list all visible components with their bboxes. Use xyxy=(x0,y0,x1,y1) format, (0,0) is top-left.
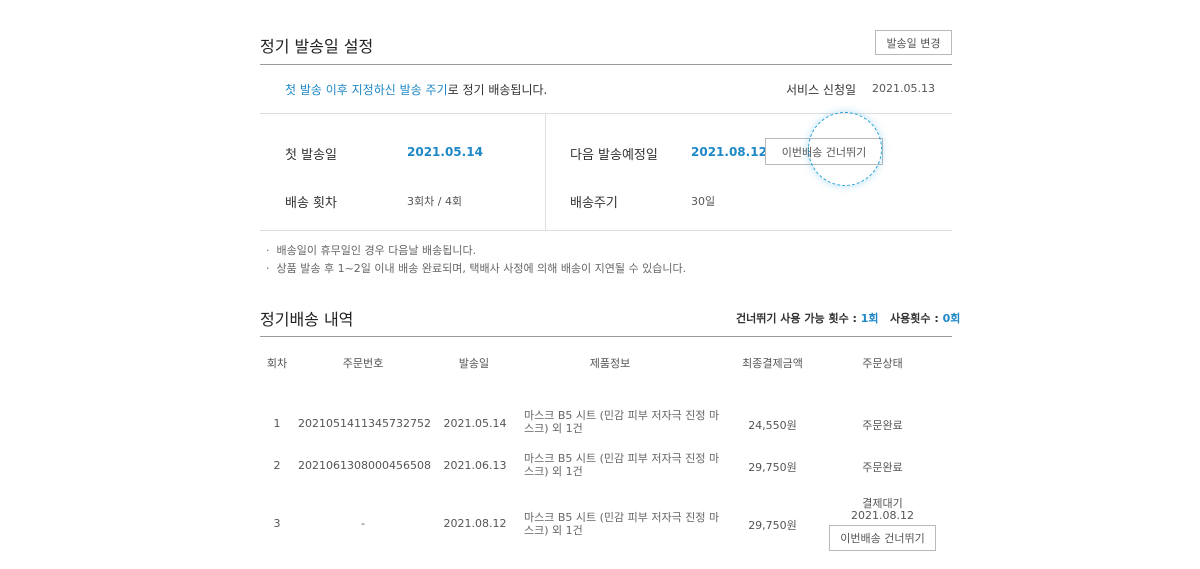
service-date-label: 서비스 신청일 xyxy=(786,83,857,97)
row-status: 주문완료 xyxy=(862,419,903,432)
col-header-ship-date: 발송일 xyxy=(458,357,490,370)
cycle-value: 30일 xyxy=(691,195,716,208)
details-divider xyxy=(260,230,952,231)
col-header-order-no: 주문번호 xyxy=(342,357,384,370)
col-header-status: 주문상태 xyxy=(862,357,903,370)
used-value: 0회 xyxy=(942,312,961,325)
skip-avail-label: 건너뛰기 사용 가능 횟수 : xyxy=(736,312,857,325)
row-round: 1 xyxy=(273,417,281,430)
change-date-button[interactable]: 발송일 변경 xyxy=(875,30,952,55)
skip-avail-value: 1회 xyxy=(860,312,879,325)
row-round: 3 xyxy=(273,517,281,530)
row-ship-date: 2021.08.12 xyxy=(443,517,507,530)
row-order-no[interactable]: 2021051411345732752 xyxy=(298,417,431,430)
col-header-amount: 최종결제금액 xyxy=(742,357,803,370)
row-ship-date: 2021.06.13 xyxy=(443,459,507,472)
ship-count-value: 3회차 / 4회 xyxy=(407,195,463,208)
skip-delivery-button[interactable]: 이번배송 건너뛰기 xyxy=(765,138,883,165)
col-header-round: 회차 xyxy=(266,357,288,370)
row-round: 2 xyxy=(273,459,281,472)
row-product[interactable]: 마스크 B5 시트 (민감 피부 저자극 진정 마 스크) 외 1건 xyxy=(524,409,729,435)
row-amount: 29,750원 xyxy=(748,461,797,474)
settings-title: 정기 발송일 설정 xyxy=(260,37,374,56)
first-ship-value: 2021.05.14 xyxy=(407,145,483,159)
service-date-value: 2021.05.13 xyxy=(872,82,935,95)
row-product[interactable]: 마스크 B5 시트 (민감 피부 저자극 진정 마 스크) 외 1건 xyxy=(524,511,729,537)
next-ship-value: 2021.08.12 xyxy=(691,145,767,159)
row-order-no: - xyxy=(361,517,365,530)
row-amount: 29,750원 xyxy=(748,519,797,532)
row-product[interactable]: 마스크 B5 시트 (민감 피부 저자극 진정 마 스크) 외 1건 xyxy=(524,452,729,478)
history-divider xyxy=(260,336,952,337)
ship-count-label: 배송 횟차 xyxy=(285,196,337,211)
info-text: 첫 발송 이후 지정하신 발송 주기로 정기 배송됩니다. xyxy=(285,81,547,98)
row-skip-delivery-button[interactable]: 이번배송 건너뛰기 xyxy=(829,525,936,551)
row-order-no[interactable]: 2021061308000456508 xyxy=(298,459,431,472)
section-divider xyxy=(260,64,952,65)
history-title: 정기배송 내역 xyxy=(260,310,354,329)
next-ship-label: 다음 발송예정일 xyxy=(570,148,658,163)
used-label: 사용횟수 : xyxy=(890,312,939,325)
skip-usage-summary: 건너뛰기 사용 가능 횟수 : 1회 사용횟수 : 0회 xyxy=(736,310,960,326)
row-status: 주문완료 xyxy=(862,461,903,474)
info-text-highlight: 첫 발송 이후 지정하신 발송 주기 xyxy=(285,83,448,97)
info-divider xyxy=(260,113,952,114)
row-ship-date: 2021.05.14 xyxy=(443,417,507,430)
note-item: · 배송일이 휴무일인 경우 다음날 배송됩니다. xyxy=(266,244,477,257)
info-text-rest: 로 정기 배송됩니다. xyxy=(447,83,548,97)
note-item: · 상품 발송 후 1~2일 이내 배송 완료되며, 택배사 사정에 의해 배송… xyxy=(266,262,687,275)
first-ship-label: 첫 발송일 xyxy=(285,148,337,163)
row-status-date: 2021.08.12 xyxy=(851,509,914,522)
cycle-label: 배송주기 xyxy=(570,196,618,211)
vertical-divider xyxy=(545,113,546,230)
col-header-product: 제품정보 xyxy=(589,357,631,370)
row-amount: 24,550원 xyxy=(748,419,797,432)
